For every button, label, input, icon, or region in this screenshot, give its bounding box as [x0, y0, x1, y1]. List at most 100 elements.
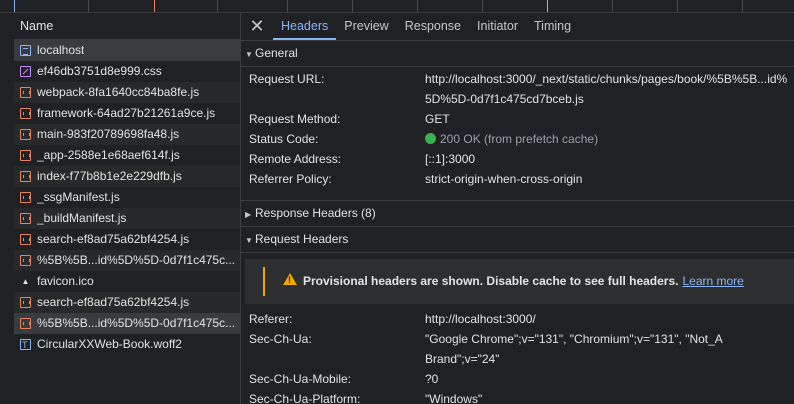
script-icon — [20, 108, 31, 119]
request-header-fields: Referer: http://localhost:3000/ Sec-Ch-U… — [241, 309, 794, 404]
request-name: %5B%5B...id%5D%5D-0d7f1c475c... — [37, 253, 236, 267]
request-name: index-f77b8b1e2e229dfb.js — [37, 169, 182, 183]
request-name: main-983f20789698fa48.js — [37, 127, 180, 141]
timeline-gridline — [742, 0, 743, 12]
request-row[interactable]: search-ef8ad75a62bf4254.js — [14, 292, 240, 313]
referrer-policy-label: Referrer Policy: — [249, 172, 332, 186]
request-name: _ssgManifest.js — [37, 190, 120, 204]
triangle-down-icon: ▼ — [245, 50, 253, 59]
font-icon — [20, 335, 31, 355]
section-title: Request Headers — [255, 232, 349, 246]
response-headers-section-header[interactable]: ▶ Response Headers (8) — [241, 200, 794, 227]
general-section-header[interactable]: ▼ General — [241, 41, 794, 67]
status-code-label: Status Code: — [249, 132, 319, 146]
request-row[interactable]: CircularXXWeb-Book.woff2 — [14, 334, 240, 355]
details-tab-bar: ✕ Headers Preview Response Initiator Tim… — [241, 13, 794, 41]
referer-label: Referer: — [249, 312, 293, 326]
timeline-gridline — [88, 0, 89, 12]
name-column-header[interactable]: Name — [14, 13, 240, 40]
request-row[interactable]: main-983f20789698fa48.js — [14, 124, 240, 145]
triangle-right-icon: ▶ — [245, 210, 252, 219]
sec-ch-ua-label: Sec-Ch-Ua: — [249, 332, 312, 346]
request-method-label: Request Method: — [249, 112, 341, 126]
request-row[interactable]: framework-64ad27b21261a9ce.js — [14, 103, 240, 124]
provisional-headers-warning: Provisional headers are shown. Disable c… — [245, 259, 794, 304]
section-title: General — [255, 46, 298, 60]
tab-initiator[interactable]: Initiator — [469, 13, 526, 40]
tab-headers[interactable]: Headers — [273, 13, 337, 40]
warning-accent-bar — [263, 267, 265, 296]
status-code-value: 200 OK (from prefetch cache) — [425, 129, 794, 149]
request-row[interactable]: _buildManifest.js — [14, 208, 240, 229]
warning-message: Provisional headers are shown. Disable c… — [303, 259, 744, 304]
warning-text: Provisional headers are shown. Disable c… — [303, 274, 679, 288]
request-name: favicon.ico — [37, 274, 94, 288]
network-timeline[interactable] — [0, 0, 794, 13]
stylesheet-icon — [20, 66, 31, 77]
overview-strip — [0, 13, 15, 404]
request-name: search-ef8ad75a62bf4254.js — [37, 232, 190, 246]
request-row[interactable]: webpack-8fa1640cc84ba8fe.js — [14, 82, 240, 103]
request-url-label: Request URL: — [249, 72, 325, 86]
triangle-down-icon: ▼ — [245, 236, 253, 245]
request-name: webpack-8fa1640cc84ba8fe.js — [37, 85, 200, 99]
timeline-gridline — [287, 0, 288, 12]
document-icon — [20, 45, 31, 56]
script-icon — [20, 171, 31, 182]
timeline-marker — [154, 0, 155, 12]
remote-address-label: Remote Address: — [249, 152, 342, 166]
script-icon — [20, 213, 31, 224]
request-name: ef46db3751d8e999.css — [37, 64, 162, 78]
request-name: %5B%5B...id%5D%5D-0d7f1c475c... — [37, 316, 236, 330]
timeline-gridline — [612, 0, 613, 12]
request-row[interactable]: _app-2588e1e68aef614f.js — [14, 145, 240, 166]
tab-preview[interactable]: Preview — [336, 13, 396, 40]
section-title: Response Headers (8) — [255, 206, 376, 220]
request-name: framework-64ad27b21261a9ce.js — [37, 106, 216, 120]
request-url-value: http://localhost:3000/_next/static/chunk… — [425, 72, 788, 106]
timeline-marker — [547, 0, 548, 12]
request-name: localhost — [37, 43, 85, 57]
request-row[interactable]: index-f77b8b1e2e229dfb.js — [14, 166, 240, 187]
request-row[interactable]: localhost — [14, 40, 240, 61]
status-code-text: 200 OK (from prefetch cache) — [440, 132, 599, 146]
request-row[interactable]: search-ef8ad75a62bf4254.js — [14, 229, 240, 250]
request-row[interactable]: %5B%5B...id%5D%5D-0d7f1c475c... — [14, 250, 240, 271]
request-method-value: GET — [425, 112, 450, 126]
timeline-gridline — [417, 0, 418, 12]
script-icon — [20, 150, 31, 161]
script-icon — [20, 255, 31, 266]
request-row[interactable]: ef46db3751d8e999.css — [14, 61, 240, 82]
timeline-gridline — [677, 0, 678, 12]
status-ok-icon — [425, 133, 436, 144]
remote-address-value: [::1]:3000 — [425, 152, 476, 166]
request-headers-section-header[interactable]: ▼ Request Headers — [241, 227, 794, 253]
script-icon — [20, 129, 31, 140]
script-icon — [20, 318, 31, 329]
request-name: _app-2588e1e68aef614f.js — [37, 148, 180, 162]
referrer-policy-value: strict-origin-when-cross-origin — [425, 172, 583, 186]
request-details-panel: ✕ Headers Preview Response Initiator Tim… — [241, 13, 794, 404]
script-icon — [20, 87, 31, 98]
request-name: _buildManifest.js — [37, 211, 127, 225]
favicon-icon: ▲ — [21, 277, 30, 286]
warning-icon — [283, 273, 297, 285]
request-list-panel: Name localhost ef46db3751d8e999.css webp… — [14, 13, 241, 404]
tab-timing[interactable]: Timing — [526, 13, 579, 40]
learn-more-link[interactable]: Learn more — [682, 274, 743, 288]
tab-response[interactable]: Response — [397, 13, 469, 40]
request-row[interactable]: _ssgManifest.js — [14, 187, 240, 208]
request-name: search-ef8ad75a62bf4254.js — [37, 295, 190, 309]
sec-ch-ua-platform-value: "Windows" — [425, 392, 483, 404]
sec-ch-ua-mobile-value: ?0 — [425, 372, 439, 386]
request-row-selected[interactable]: %5B%5B...id%5D%5D-0d7f1c475c... — [14, 313, 240, 334]
referer-value: http://localhost:3000/ — [425, 312, 536, 326]
close-icon[interactable]: ✕ — [241, 13, 273, 40]
script-icon — [20, 297, 31, 308]
sec-ch-ua-platform-label: Sec-Ch-Ua-Platform: — [249, 392, 361, 404]
timeline-marker — [14, 0, 15, 12]
timeline-gridline — [482, 0, 483, 12]
timeline-gridline — [217, 0, 218, 12]
timeline-gridline — [352, 0, 353, 12]
request-row[interactable]: ▲ favicon.ico — [14, 271, 240, 292]
